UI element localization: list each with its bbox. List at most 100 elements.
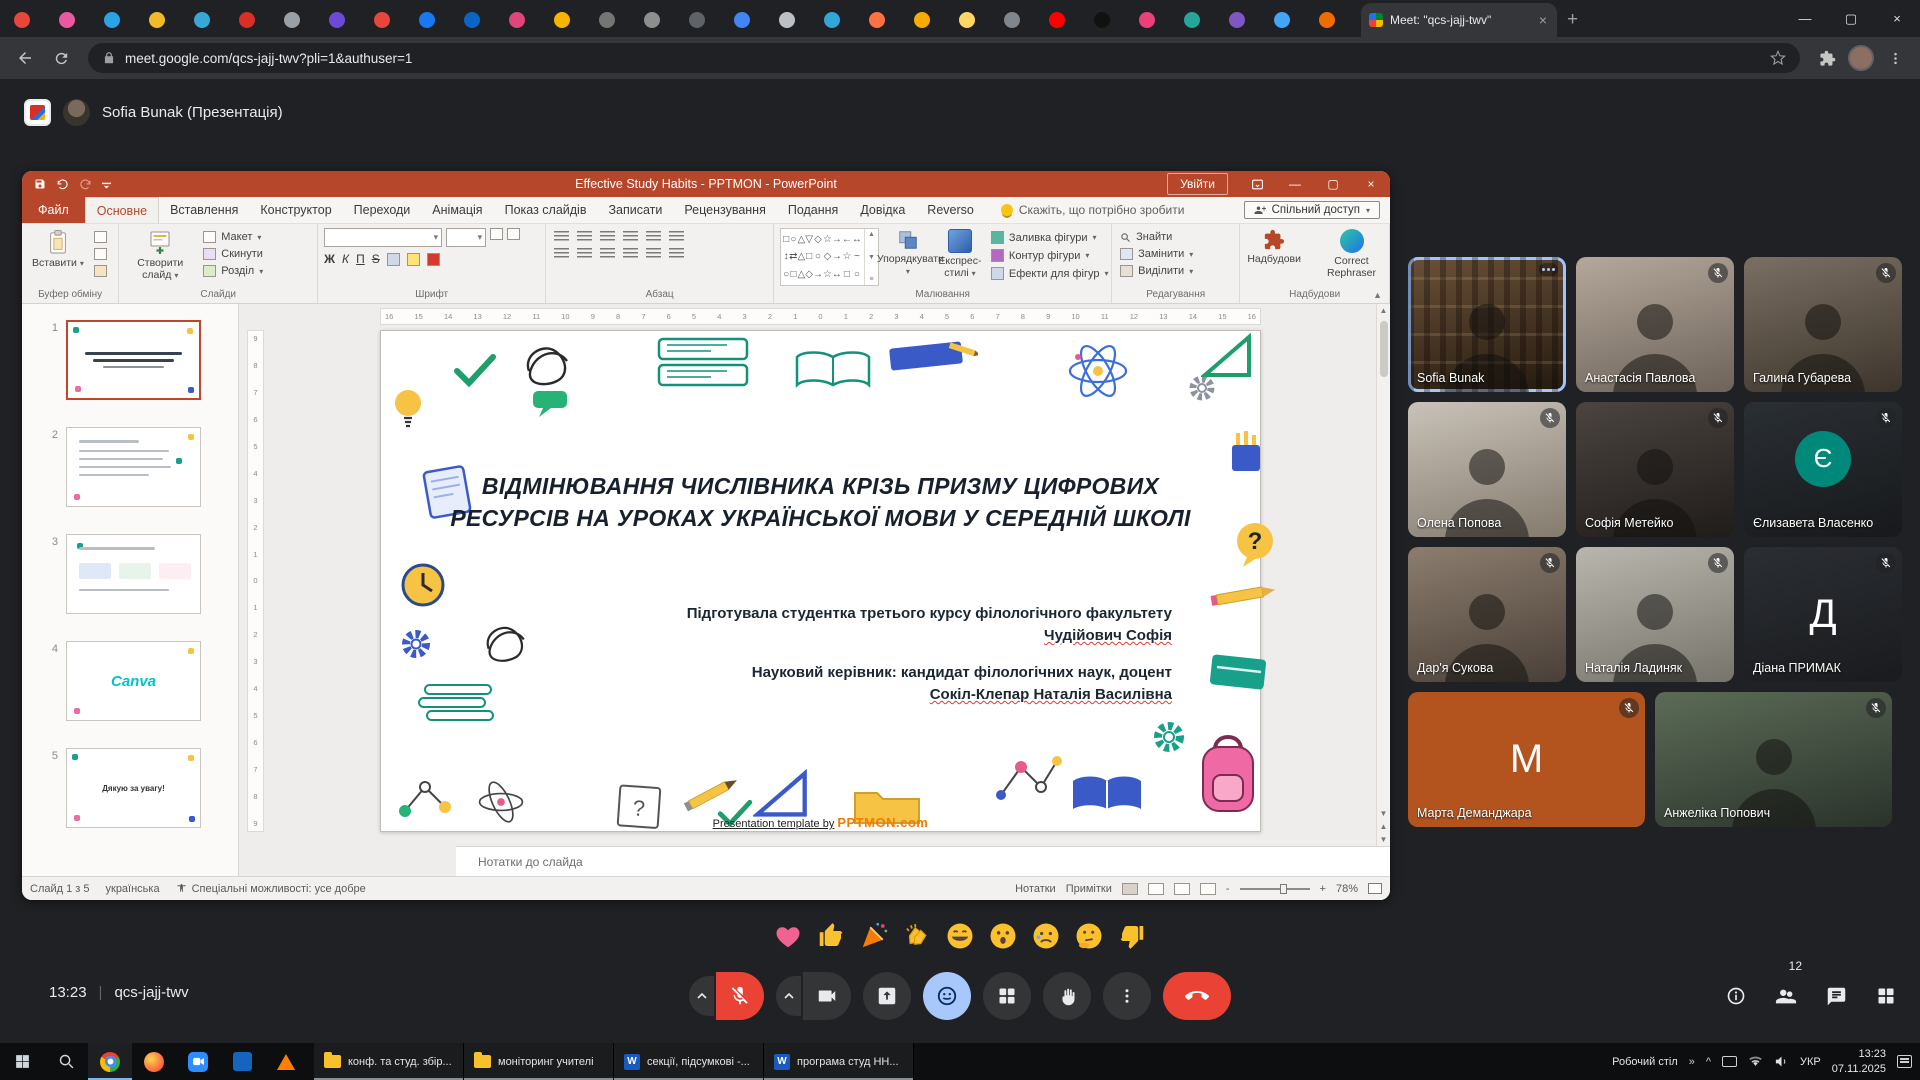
share-button[interactable]: Спільний доступ ▾ — [1244, 201, 1380, 219]
reaction-laugh[interactable] — [944, 920, 976, 952]
pinned-tab-favicon[interactable] — [914, 12, 930, 28]
pinned-tab-favicon[interactable] — [1139, 12, 1155, 28]
pinned-tab-favicon[interactable] — [149, 12, 165, 28]
language-indicator-taskbar[interactable]: УКР — [1800, 1056, 1821, 1068]
taskbar-window-button[interactable]: Wсекції, підсумкові -... — [614, 1043, 764, 1080]
reaction-thinking[interactable] — [1073, 920, 1105, 952]
smartart-convert-icon[interactable] — [669, 248, 684, 259]
pinned-tab-favicon[interactable] — [194, 12, 210, 28]
participant-tile[interactable]: ЄЄлизавета Власенко — [1744, 402, 1902, 537]
bullets-icon[interactable] — [554, 231, 569, 242]
taskbar-search-icon[interactable] — [44, 1043, 88, 1080]
reaction-heart[interactable] — [772, 920, 804, 952]
pinned-tab-favicon[interactable] — [869, 12, 885, 28]
pinned-tab-favicon[interactable] — [14, 12, 30, 28]
host-controls-button[interactable] — [1866, 976, 1906, 1016]
close-icon[interactable]: × — [1874, 0, 1920, 37]
shapes-scroll[interactable]: ▲▼≡ — [864, 229, 878, 285]
pinned-tab-favicon[interactable] — [779, 12, 795, 28]
text-direction-icon[interactable] — [669, 231, 684, 242]
back-icon[interactable] — [10, 43, 40, 73]
ppt-maximize-icon[interactable]: ▢ — [1314, 171, 1352, 197]
ppt-close-icon[interactable]: × — [1352, 171, 1390, 197]
normal-view-icon[interactable] — [1122, 883, 1138, 895]
slide-thumbnail-3[interactable] — [66, 534, 201, 614]
desktop-toolbar-label[interactable]: Робочий стіл — [1612, 1056, 1678, 1068]
meeting-details-button[interactable] — [1716, 976, 1756, 1016]
indent-decrease-icon[interactable] — [600, 231, 615, 242]
font-size-select[interactable]: ▾ — [446, 228, 486, 247]
raise-hand-button[interactable] — [1043, 972, 1091, 1020]
indent-increase-icon[interactable] — [623, 231, 638, 242]
pinned-tab-favicon[interactable] — [1004, 12, 1020, 28]
network-icon[interactable] — [1748, 1054, 1763, 1069]
profile-avatar[interactable] — [1848, 45, 1874, 71]
reaction-sad[interactable] — [1030, 920, 1062, 952]
justify-icon[interactable] — [623, 248, 638, 259]
pinned-tab-favicon[interactable] — [509, 12, 525, 28]
slide-canvas[interactable]: ? ? — [380, 330, 1261, 832]
underline-button[interactable]: П — [356, 252, 365, 266]
align-right-icon[interactable] — [600, 248, 615, 259]
addins-button[interactable]: Надбудови — [1246, 228, 1302, 266]
reaction-clap[interactable] — [901, 920, 933, 952]
participant-tile[interactable]: ДДіана ПРИМАК — [1744, 547, 1902, 682]
pinned-tab-favicon[interactable] — [464, 12, 480, 28]
pinned-tab-favicon[interactable] — [419, 12, 435, 28]
shape-effects-button[interactable]: Ефекти для фігур▾ — [989, 266, 1111, 281]
pinned-tab-favicon[interactable] — [374, 12, 390, 28]
new-tab-button[interactable]: + — [1557, 9, 1590, 37]
scrollbar-thumb[interactable] — [1380, 321, 1388, 377]
paste-button[interactable]: Вставити ▾ — [28, 228, 88, 270]
sign-in-button[interactable]: Увійти — [1167, 173, 1228, 195]
shape-option[interactable]: ⇄ — [789, 251, 797, 262]
slide-thumbnail-4[interactable]: Canva — [66, 641, 201, 721]
participant-tile[interactable]: Дар'я Сукова — [1408, 547, 1566, 682]
zoom-level[interactable]: 78% — [1336, 883, 1358, 895]
highlight-color-icon[interactable] — [407, 253, 420, 266]
shape-option[interactable]: → — [832, 251, 842, 262]
shape-option[interactable]: ○ — [783, 269, 789, 280]
slide-advisor-block[interactable]: Науковий керівник: кандидат філологічних… — [752, 662, 1172, 706]
shape-option[interactable]: □ — [790, 269, 796, 280]
reload-icon[interactable] — [46, 43, 76, 73]
ppt-tab-Рецензування[interactable]: Рецензування — [673, 197, 776, 223]
shape-option[interactable]: ◇ — [814, 234, 822, 245]
align-center-icon[interactable] — [577, 248, 592, 259]
shape-option[interactable]: ○ — [854, 269, 860, 280]
extensions-puzzle-icon[interactable] — [1812, 43, 1842, 73]
reactions-button[interactable] — [923, 972, 971, 1020]
mic-button[interactable] — [716, 972, 764, 1020]
vertical-scrollbar[interactable]: ▲ ▼ ▲ ▼ — [1376, 304, 1390, 846]
slide-title[interactable]: ВІДМІНЮВАННЯ ЧИСЛІВНИКА КРІЗЬ ПРИЗМУ ЦИФ… — [411, 471, 1230, 534]
shape-option[interactable]: ~ — [854, 251, 860, 262]
ppt-tab-Reverso[interactable]: Reverso — [916, 197, 985, 223]
shape-outline-button[interactable]: Контур фігури▾ — [989, 248, 1111, 263]
taskbar-window-button[interactable]: конф. та студ. збір... — [314, 1043, 464, 1080]
shape-option[interactable]: □ — [783, 234, 789, 245]
scroll-up-icon[interactable]: ▲ — [1380, 304, 1388, 317]
redo-icon[interactable] — [79, 178, 92, 191]
bold-button[interactable]: Ж — [324, 252, 335, 266]
zoom-slider[interactable] — [1240, 888, 1310, 890]
taskbar-chrome-button[interactable] — [88, 1043, 132, 1080]
reaction-thumbs-up[interactable] — [815, 920, 847, 952]
language-indicator[interactable]: українська — [106, 883, 160, 895]
shape-option[interactable]: △ — [798, 269, 806, 280]
pinned-tab-favicon[interactable] — [1274, 12, 1290, 28]
pinned-tab-favicon[interactable] — [59, 12, 75, 28]
shape-option[interactable]: △ — [798, 251, 806, 262]
ppt-tab-Подання[interactable]: Подання — [777, 197, 849, 223]
pinned-tab-favicon[interactable] — [644, 12, 660, 28]
copy-icon[interactable] — [94, 248, 107, 260]
pinned-tab-favicon[interactable] — [1229, 12, 1245, 28]
camera-button[interactable] — [803, 972, 851, 1020]
slide-thumbnail-2[interactable] — [66, 427, 201, 507]
shape-option[interactable]: ↕ — [784, 251, 789, 262]
more-options-button[interactable] — [1103, 972, 1151, 1020]
action-center-icon[interactable] — [1897, 1055, 1912, 1068]
slideshow-view-icon[interactable] — [1200, 883, 1216, 895]
ppt-tab-Записати[interactable]: Записати — [597, 197, 673, 223]
columns-icon[interactable] — [646, 248, 661, 259]
find-button[interactable]: Знайти — [1118, 230, 1195, 244]
